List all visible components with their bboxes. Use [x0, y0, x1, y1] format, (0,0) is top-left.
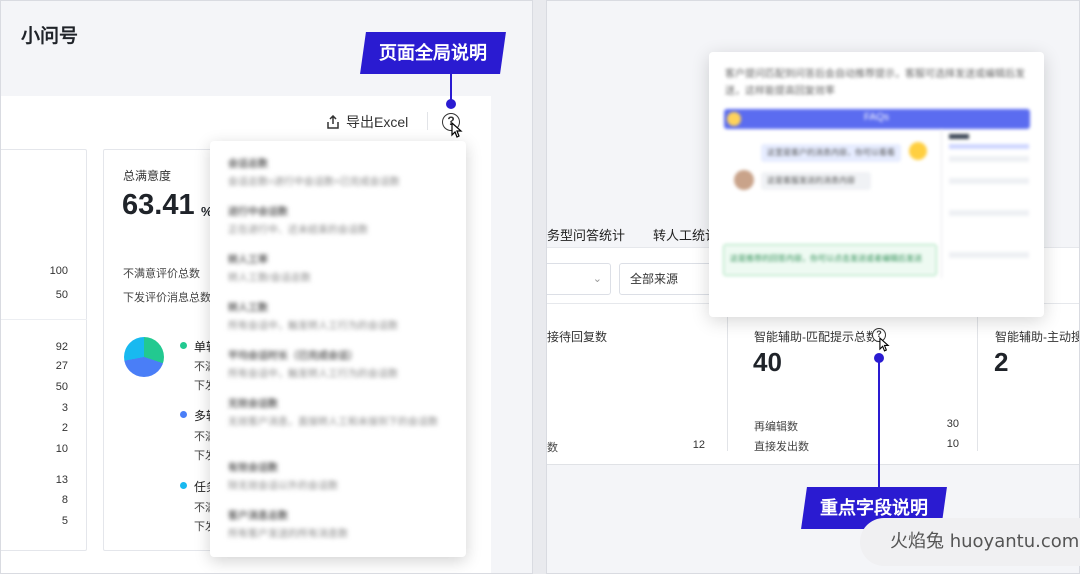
- suggested-reply: 这是推荐的回答内容，你可以点击发送或者编辑后发送: [723, 244, 937, 276]
- rating-sent-label: 下发评价消息总数: [123, 292, 211, 304]
- stat-value: 27: [55, 360, 68, 372]
- popover-description: 客户提问匹配到问答后会自动推荐提示，客服可选择发送或编辑后发送，这样能提高回复效…: [725, 69, 1025, 97]
- satisfaction-title: 总满意度: [123, 169, 172, 183]
- help-entry: 客户消息总数 所有客户发送的所有消息数: [228, 511, 348, 540]
- chat-bubble: 这里是客户的消息内容，你可以看看: [761, 144, 901, 162]
- side-header: [949, 134, 969, 139]
- help-entry: 有效会话数 除无效会话以外的会话数: [228, 463, 338, 492]
- source-select-value: 全部来源: [630, 272, 679, 286]
- source-select[interactable]: 全部来源: [619, 263, 719, 295]
- export-icon: [327, 115, 339, 129]
- stat-value: 92: [55, 341, 68, 353]
- help-entry: 转人工数 所有会话中，触发转人工行为的会话数: [228, 303, 398, 332]
- stat-value: 3: [61, 402, 68, 414]
- callout-dot: [446, 99, 456, 109]
- stat-value: 13: [55, 474, 68, 486]
- emoji-avatar: [727, 112, 741, 126]
- satisfaction-value: 63.41: [122, 189, 195, 221]
- toolbar-divider: [427, 112, 428, 130]
- chat-bubble: 这是客服发送的消息内容: [761, 172, 871, 190]
- satisfaction-pie-chart: [124, 337, 164, 377]
- popover-divider: [941, 130, 942, 278]
- legend-dot-blue: [180, 411, 187, 418]
- active-search-label: 智能辅助-主动搜: [995, 330, 1080, 344]
- side-row: [949, 210, 1029, 216]
- side-row: [949, 178, 1029, 184]
- field-help-popover: 客户提问匹配到问答后会自动推荐提示，客服可选择发送或编辑后发送，这样能提高回复效…: [709, 52, 1044, 317]
- stat-value: 2: [61, 422, 68, 434]
- stat-sub-value: 30: [946, 418, 959, 430]
- column-divider: [727, 311, 728, 451]
- stat-sub-label: 直接发出数: [754, 441, 809, 453]
- stat-value: 5: [61, 515, 68, 527]
- dissatisfied-count-label: 不满意评价总数: [123, 268, 200, 280]
- left-screenshot-panel: 小问号 导出Excel ? 100 50 92 27 50 3 2 10 13 …: [0, 0, 533, 574]
- divider: [1, 319, 87, 320]
- global-help-callout: 页面全局说明: [360, 32, 506, 74]
- tab-task-qa-stats[interactable]: 务型问答统计: [547, 225, 625, 244]
- active-search-value: 2: [994, 347, 1009, 377]
- stat-sub-value: 12: [692, 439, 705, 451]
- filter-select[interactable]: ⌄: [547, 263, 611, 295]
- match-hint-total-value: 40: [753, 347, 782, 377]
- popover-banner: FAQs: [724, 109, 1030, 129]
- callout-connector: [878, 358, 880, 488]
- stat-value: 8: [61, 494, 68, 506]
- help-entry: 会话总数 会话总数=进行中会话数+已完成会话数: [228, 159, 400, 188]
- side-row: [949, 156, 1029, 162]
- help-entry: 平均会话时长（已完成会话） 所有会话中，触发转人工行为的会话数: [228, 351, 398, 380]
- customer-avatar: [909, 142, 927, 160]
- legend-dot-green: [180, 342, 187, 349]
- stat-value: 10: [55, 443, 68, 455]
- stat-value: 100: [49, 265, 68, 277]
- side-tab: [949, 144, 1029, 149]
- page-title: 小问号: [21, 26, 79, 47]
- chevron-down-icon: ⌄: [592, 273, 602, 285]
- help-entry: 无效会话数 无效客户消息，直接转人工和未接到下的会话数: [228, 399, 438, 428]
- stat-sub-value: 10: [946, 438, 959, 450]
- export-label: 导出Excel: [346, 114, 409, 130]
- match-hint-total-label: 智能辅助-匹配提示总数: [754, 330, 878, 344]
- stat-value: 50: [55, 381, 68, 393]
- side-row: [949, 252, 1029, 258]
- stat-value: 50: [55, 289, 68, 301]
- reply-count-label: 接待回复数: [547, 330, 608, 344]
- divider: [547, 464, 1079, 465]
- stat-sub-label: 数: [547, 442, 558, 454]
- agent-avatar: [734, 170, 754, 190]
- cursor-arrow-icon: [879, 337, 890, 352]
- column-divider: [977, 311, 978, 451]
- cursor-arrow-icon: [451, 122, 463, 138]
- stat-sub-label: 再编辑数: [754, 421, 798, 433]
- legend-dot-cyan: [180, 482, 187, 489]
- help-entry: 进行中会话数 正在进行中、还未结束的会话数: [228, 207, 368, 236]
- global-help-dropdown: 会话总数 会话总数=进行中会话数+已完成会话数 进行中会话数 正在进行中、还未结束的…: [210, 141, 466, 557]
- help-entry: 转人工率 转人工数/会话总数: [228, 255, 311, 284]
- export-excel-button[interactable]: 导出Excel: [326, 112, 408, 132]
- site-watermark: 火焰兔 huoyantu.com: [860, 518, 1080, 566]
